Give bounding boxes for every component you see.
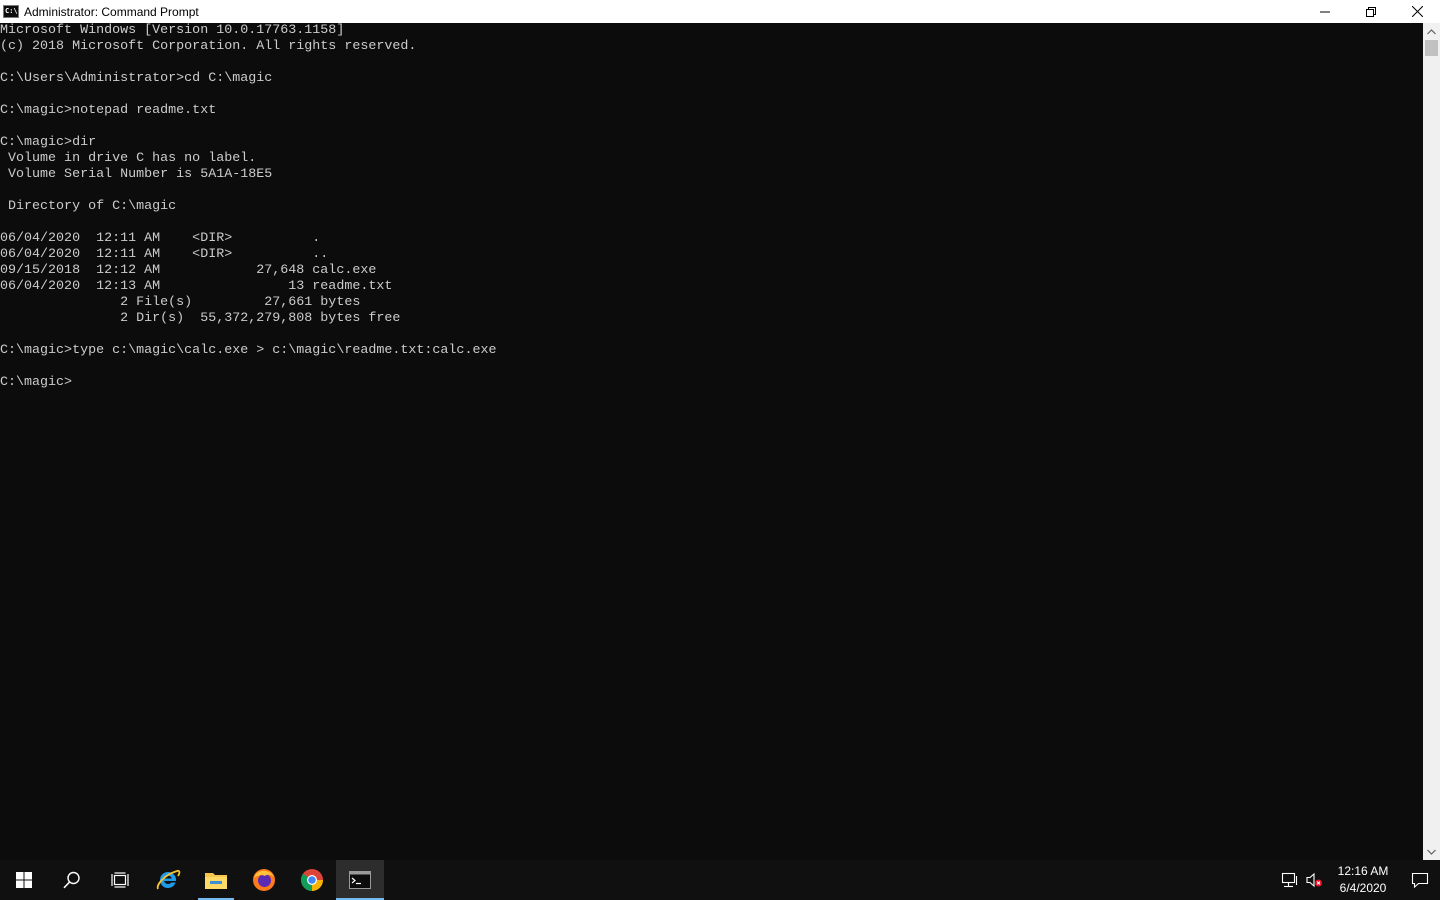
chrome-icon: [301, 869, 323, 891]
title-bar[interactable]: C:\ Administrator: Command Prompt: [0, 0, 1440, 23]
console-line: C:\magic>type c:\magic\calc.exe > c:\mag…: [0, 343, 497, 358]
scroll-thumb[interactable]: [1425, 40, 1438, 56]
firefox-icon: [253, 869, 275, 891]
console-output[interactable]: Microsoft Windows [Version 10.0.17763.11…: [0, 23, 1423, 860]
console-line: Volume Serial Number is 5A1A-18E5: [0, 167, 273, 182]
console-line: (c) 2018 Microsoft Corporation. All righ…: [0, 39, 417, 54]
window-controls: [1302, 0, 1440, 23]
task-view-icon: [111, 872, 129, 888]
restore-button[interactable]: [1348, 0, 1394, 23]
vertical-scrollbar[interactable]: [1423, 23, 1440, 860]
system-tray: 12:16 AM 6/4/2020: [1278, 860, 1440, 900]
action-center-button[interactable]: [1400, 860, 1440, 900]
clock[interactable]: 12:16 AM 6/4/2020: [1332, 860, 1394, 900]
folder-icon: [205, 873, 227, 889]
command-prompt-icon: C:\: [3, 5, 19, 18]
chevron-up-icon: [1427, 28, 1436, 34]
console-line: 09/15/2018 12:12 AM 27,648 calc.exe: [0, 263, 377, 278]
console-line: C:\magic>: [0, 375, 73, 390]
console-line: Directory of C:\magic: [0, 199, 177, 214]
console-line: 06/04/2020 12:11 AM <DIR> ..: [0, 247, 329, 262]
taskbar-firefox[interactable]: [240, 860, 288, 900]
console-line: Microsoft Windows [Version 10.0.17763.11…: [0, 23, 345, 38]
minimize-button[interactable]: [1302, 0, 1348, 23]
network-icon[interactable]: [1278, 860, 1302, 900]
console-line: C:\magic>notepad readme.txt: [0, 103, 217, 118]
windows-logo-icon: [16, 872, 32, 888]
scroll-down-button[interactable]: [1423, 843, 1440, 860]
clock-date: 6/4/2020: [1339, 881, 1387, 895]
taskbar: 12:16 AM 6/4/2020: [0, 860, 1440, 900]
search-icon: [63, 871, 80, 889]
internet-explorer-icon: [156, 869, 181, 890]
restore-icon: [1366, 6, 1376, 17]
console-line: C:\Users\Administrator>cd C:\magic: [0, 71, 273, 86]
close-icon: [1411, 6, 1423, 17]
search-button[interactable]: [48, 860, 96, 900]
taskbar-internet-explorer[interactable]: [144, 860, 192, 900]
console-line: 06/04/2020 12:13 AM 13 readme.txt: [0, 279, 393, 294]
taskbar-file-explorer[interactable]: [192, 860, 240, 900]
minimize-icon: [1320, 11, 1330, 12]
console-line: Volume in drive C has no label.: [0, 151, 257, 166]
scroll-up-button[interactable]: [1423, 23, 1440, 40]
console-line: C:\magic>dir: [0, 135, 97, 150]
clock-time: 12:16 AM: [1337, 864, 1389, 878]
console-line: 06/04/2020 12:11 AM <DIR> .: [0, 231, 321, 246]
volume-muted-icon[interactable]: [1302, 860, 1326, 900]
console-line: 2 File(s) 27,661 bytes: [0, 295, 361, 310]
taskbar-chrome[interactable]: [288, 860, 336, 900]
task-view-button[interactable]: [96, 860, 144, 900]
start-button[interactable]: [0, 860, 48, 900]
notification-icon: [1411, 872, 1429, 889]
console-line: 2 Dir(s) 55,372,279,808 bytes free: [0, 311, 401, 326]
close-button[interactable]: [1394, 0, 1440, 23]
chevron-down-icon: [1427, 849, 1436, 855]
taskbar-command-prompt[interactable]: [336, 860, 384, 900]
window-title: Administrator: Command Prompt: [24, 4, 199, 19]
command-prompt-icon: [349, 871, 371, 889]
